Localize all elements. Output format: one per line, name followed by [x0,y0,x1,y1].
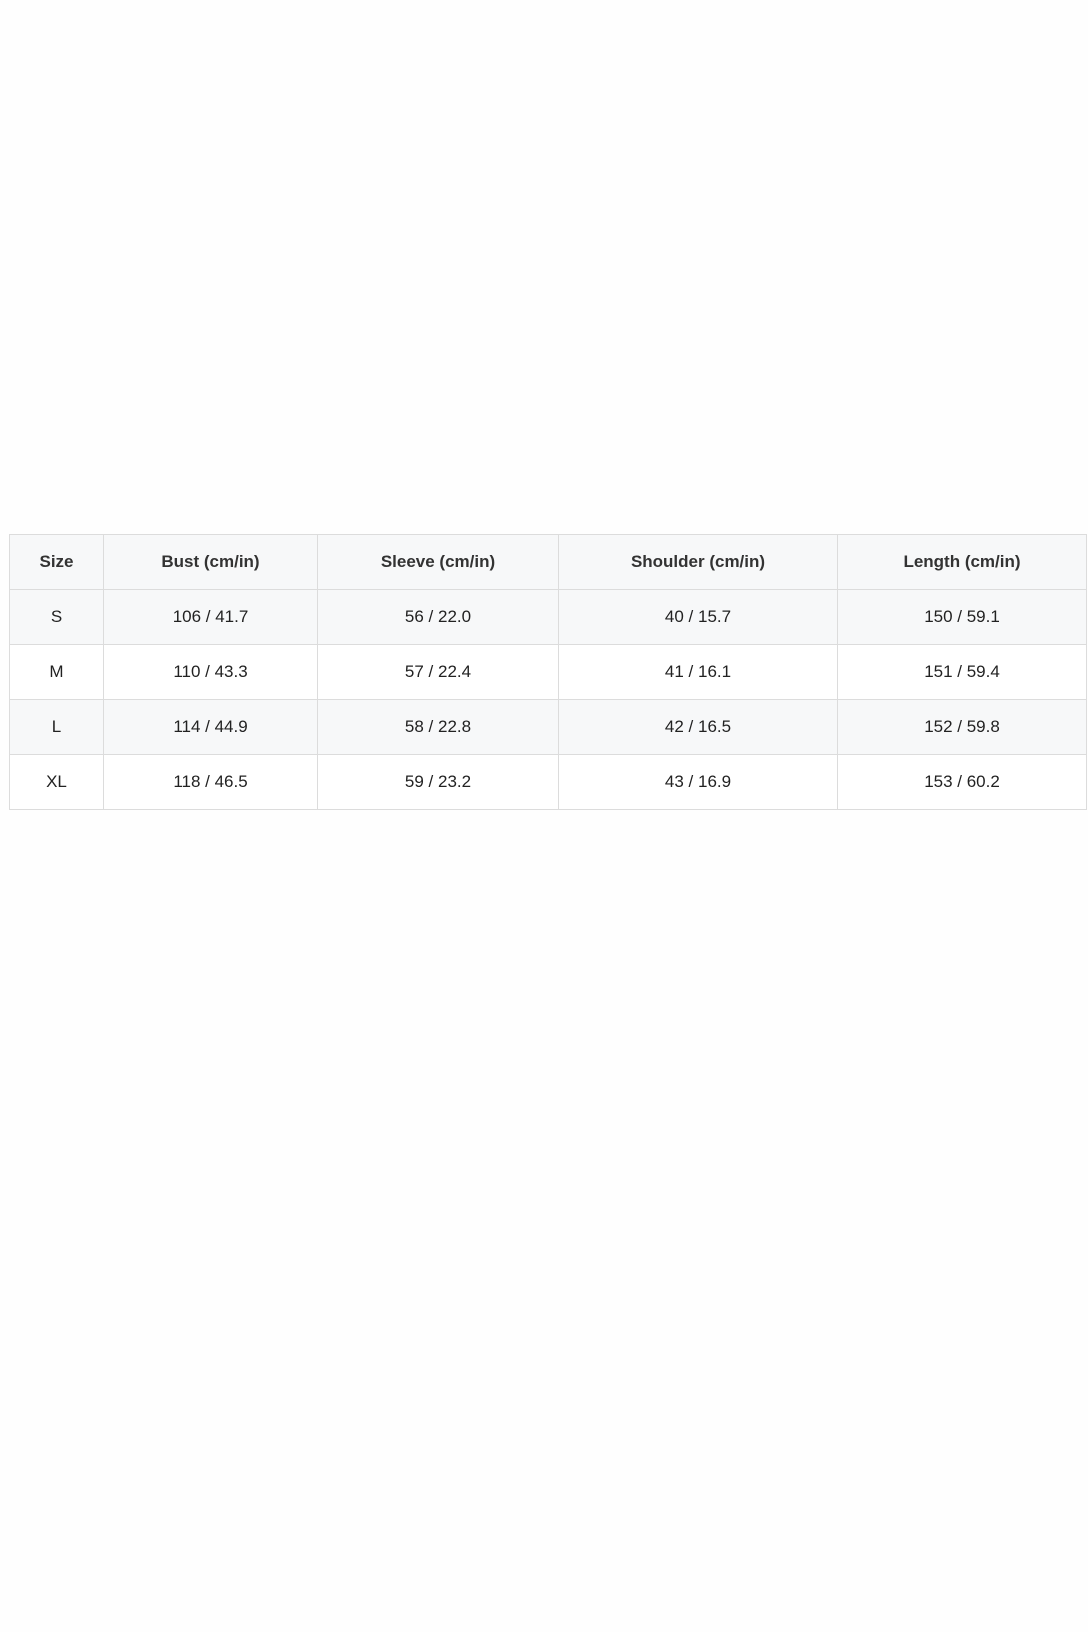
cell-sleeve: 58 / 22.8 [317,699,559,755]
table-row: M 110 / 43.3 57 / 22.4 41 / 16.1 151 / 5… [9,644,1087,700]
header-size: Size [9,534,104,590]
table-row: XL 118 / 46.5 59 / 23.2 43 / 16.9 153 / … [9,754,1087,810]
header-bust: Bust (cm/in) [103,534,318,590]
cell-bust: 118 / 46.5 [103,754,318,810]
table-row: S 106 / 41.7 56 / 22.0 40 / 15.7 150 / 5… [9,589,1087,645]
cell-size: XL [9,754,104,810]
cell-length: 152 / 59.8 [837,699,1087,755]
cell-sleeve: 56 / 22.0 [317,589,559,645]
table-row: L 114 / 44.9 58 / 22.8 42 / 16.5 152 / 5… [9,699,1087,755]
cell-sleeve: 57 / 22.4 [317,644,559,700]
cell-sleeve: 59 / 23.2 [317,754,559,810]
cell-size: S [9,589,104,645]
cell-bust: 114 / 44.9 [103,699,318,755]
header-sleeve: Sleeve (cm/in) [317,534,559,590]
header-length: Length (cm/in) [837,534,1087,590]
header-shoulder: Shoulder (cm/in) [558,534,838,590]
cell-bust: 110 / 43.3 [103,644,318,700]
cell-shoulder: 43 / 16.9 [558,754,838,810]
cell-shoulder: 41 / 16.1 [558,644,838,700]
table-header-row: Size Bust (cm/in) Sleeve (cm/in) Shoulde… [9,534,1087,590]
cell-bust: 106 / 41.7 [103,589,318,645]
cell-shoulder: 40 / 15.7 [558,589,838,645]
cell-length: 151 / 59.4 [837,644,1087,700]
cell-length: 153 / 60.2 [837,754,1087,810]
size-chart-table: Size Bust (cm/in) Sleeve (cm/in) Shoulde… [9,534,1087,810]
cell-size: M [9,644,104,700]
cell-length: 150 / 59.1 [837,589,1087,645]
cell-shoulder: 42 / 16.5 [558,699,838,755]
cell-size: L [9,699,104,755]
